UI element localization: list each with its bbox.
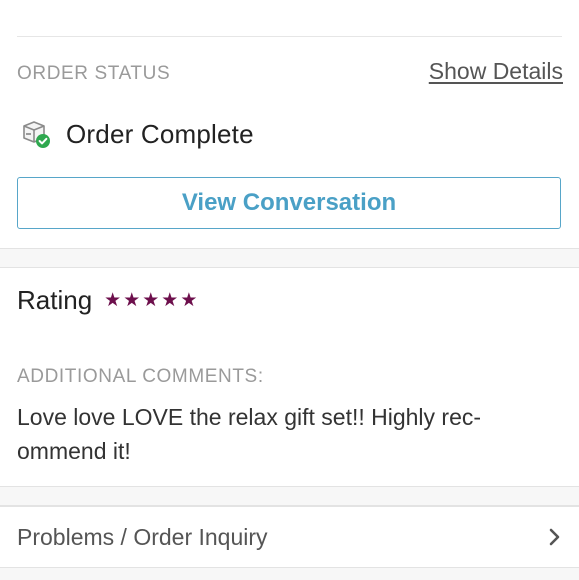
rating-label: Rating [17,285,93,315]
order-inquiry-label: Problems / Order Inquiry [17,523,268,550]
order-detail-page: ORDER STATUS Show Details Order Complete… [0,0,579,580]
top-divider [17,36,562,37]
rating-stars: ★ ★ ★ ★ ★ [104,291,197,310]
rating-row: Rating ★ ★ ★ ★ ★ [17,285,197,316]
show-details-link[interactable]: Show Details [429,58,563,85]
order-status-header: ORDER STATUS Show Details [17,58,563,85]
order-status-label: ORDER STATUS [17,63,171,84]
section-divider [0,248,579,268]
additional-comments-label: ADDITIONAL COMMENTS: [17,366,264,387]
section-divider [0,486,579,506]
star-icon: ★ [180,290,198,311]
order-inquiry-row[interactable]: Problems / Order Inquiry [0,506,579,568]
chevron-right-icon [548,527,562,547]
order-status-text: Order Complete [66,118,254,149]
package-check-icon [20,118,52,150]
star-icon: ★ [161,290,179,311]
comment-text: Love love LOVE the relax gift set!! High… [17,404,482,464]
star-icon: ★ [104,290,122,311]
star-icon: ★ [123,290,141,311]
order-status-row: Order Complete [20,118,254,150]
bottom-strip [0,568,579,580]
star-icon: ★ [142,290,160,311]
view-conversation-button[interactable]: View Conversation [17,177,561,229]
